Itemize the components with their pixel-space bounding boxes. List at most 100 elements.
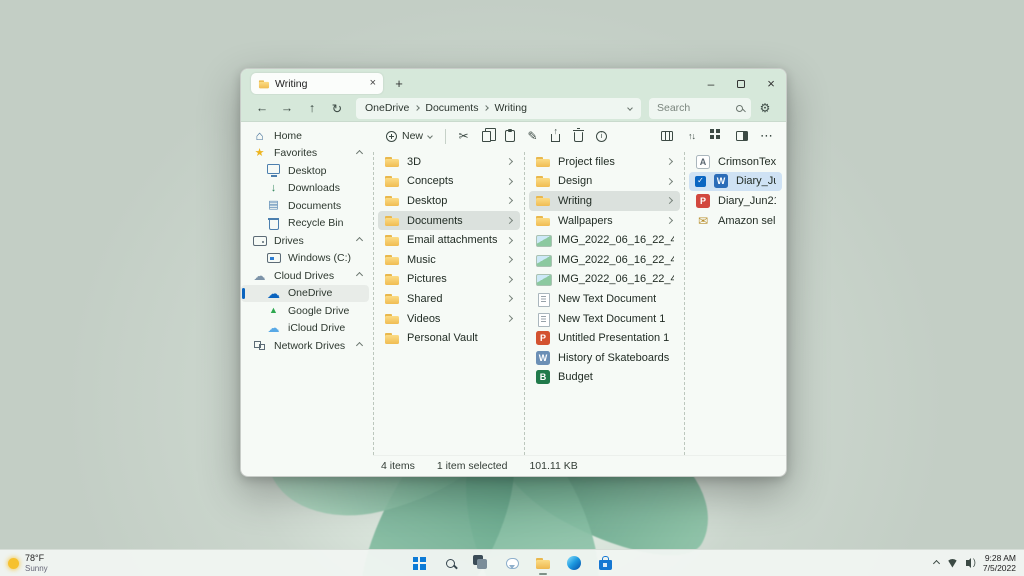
- sort-button[interactable]: [680, 125, 703, 148]
- address-dropdown-icon[interactable]: [627, 105, 633, 111]
- volume-icon[interactable]: [966, 560, 970, 566]
- new-tab-button[interactable]: [389, 74, 409, 94]
- file-row-untitled-presentation[interactable]: PUntitled Presentation 1: [529, 328, 680, 348]
- up-button[interactable]: [301, 98, 323, 119]
- breadcrumb-onedrive[interactable]: OneDrive: [365, 102, 409, 114]
- sidebar-item-windows-c[interactable]: Windows (C:): [241, 250, 373, 268]
- settings-gear-button[interactable]: [754, 98, 776, 119]
- chevron-right-icon[interactable]: [506, 315, 513, 322]
- tab-writing[interactable]: Writing: [251, 73, 383, 94]
- sidebar-section-network-drives[interactable]: Network Drives: [241, 337, 373, 355]
- folder-row-3d[interactable]: 3D: [378, 152, 520, 172]
- sidebar-item-recycle-bin[interactable]: Recycle Bin: [241, 215, 373, 233]
- folder-row-videos[interactable]: Videos: [378, 309, 520, 329]
- file-row-img[interactable]: IMG_2022_06_16_22_43: [529, 250, 680, 270]
- selected-checkbox[interactable]: [695, 176, 706, 187]
- sidebar-section-drives[interactable]: Drives: [241, 232, 373, 250]
- sidebar-item-home[interactable]: Home: [241, 127, 373, 145]
- chevron-right-icon[interactable]: [506, 197, 513, 204]
- file-row-diary-jun21[interactable]: WDiary_Jun21: [689, 172, 782, 192]
- new-button[interactable]: New: [379, 125, 439, 147]
- chevron-up-icon[interactable]: [356, 150, 363, 157]
- sidebar-item-onedrive[interactable]: OneDrive: [241, 285, 369, 303]
- file-row-new-text-document[interactable]: New Text Document: [529, 289, 680, 309]
- file-explorer-button[interactable]: [532, 551, 554, 575]
- chevron-right-icon[interactable]: [666, 217, 673, 224]
- taskbar-clock[interactable]: 9:28 AM 7/5/2022: [983, 553, 1016, 573]
- file-row-history-of-skateboards[interactable]: WHistory of Skateboards: [529, 348, 680, 368]
- file-row-new-text-document-1[interactable]: New Text Document 1: [529, 309, 680, 329]
- folder-row-wallpapers[interactable]: Wallpapers: [529, 211, 680, 231]
- close-button[interactable]: [756, 72, 786, 95]
- back-button[interactable]: [251, 98, 273, 119]
- chevron-right-icon[interactable]: [506, 217, 513, 224]
- folder-row-project-files[interactable]: Project files: [529, 152, 680, 172]
- chevron-right-icon[interactable]: [506, 276, 513, 283]
- file-row-img[interactable]: IMG_2022_06_16_22_43: [529, 230, 680, 250]
- weather-widget[interactable]: 78°F Sunny: [8, 553, 48, 573]
- folder-row-writing[interactable]: Writing: [529, 191, 680, 211]
- folder-label: 3D: [407, 156, 421, 168]
- chevron-up-icon[interactable]: [356, 237, 363, 244]
- cut-button[interactable]: [452, 125, 475, 148]
- forward-button[interactable]: [276, 98, 298, 119]
- store-button[interactable]: [594, 551, 616, 575]
- task-view-button[interactable]: [470, 551, 492, 575]
- chevron-right-icon[interactable]: [666, 178, 673, 185]
- folder-row-music[interactable]: Music: [378, 250, 520, 270]
- chevron-right-icon[interactable]: [506, 158, 513, 165]
- edge-button[interactable]: [563, 551, 585, 575]
- delete-button[interactable]: [567, 125, 590, 148]
- folder-row-pictures[interactable]: Pictures: [378, 270, 520, 290]
- chevron-up-icon[interactable]: [356, 342, 363, 349]
- folder-row-email-attachments[interactable]: Email attachments: [378, 230, 520, 250]
- chevron-right-icon[interactable]: [506, 295, 513, 302]
- chevron-right-icon[interactable]: [506, 237, 513, 244]
- chat-button[interactable]: [501, 551, 523, 575]
- chevron-right-icon[interactable]: [506, 256, 513, 263]
- start-button[interactable]: [408, 551, 430, 575]
- wifi-icon[interactable]: [947, 559, 958, 568]
- folder-row-documents[interactable]: Documents: [378, 211, 520, 231]
- file-row-budget[interactable]: BBudget: [529, 368, 680, 388]
- sidebar-item-downloads[interactable]: Downloads: [241, 180, 373, 198]
- sidebar-item-icloud-drive[interactable]: iCloud Drive: [241, 320, 373, 338]
- details-pane-button[interactable]: [730, 125, 753, 148]
- properties-button[interactable]: [590, 125, 613, 148]
- breadcrumb-documents[interactable]: Documents: [425, 102, 478, 114]
- tray-overflow-button[interactable]: [933, 559, 940, 566]
- chevron-right-icon[interactable]: [666, 158, 673, 165]
- copy-button[interactable]: [475, 125, 498, 148]
- sidebar-section-cloud-drives[interactable]: Cloud Drives: [241, 267, 373, 285]
- sidebar-item-documents[interactable]: Documents: [241, 197, 373, 215]
- taskbar-search-button[interactable]: [439, 551, 461, 575]
- breadcrumb[interactable]: OneDrive Documents Writing: [356, 98, 641, 119]
- sidebar-item-desktop[interactable]: Desktop: [241, 162, 373, 180]
- search-input[interactable]: Search: [649, 98, 751, 119]
- layout-button[interactable]: [655, 125, 678, 148]
- chevron-right-icon[interactable]: [506, 178, 513, 185]
- file-row-diary-jun21-exported[interactable]: PDiary_Jun21 Exported: [689, 191, 782, 211]
- tab-close-icon[interactable]: [370, 78, 376, 89]
- file-row-img[interactable]: IMG_2022_06_16_22_43: [529, 270, 680, 290]
- folder-row-shared[interactable]: Shared: [378, 289, 520, 309]
- share-button[interactable]: [544, 125, 567, 148]
- folder-row-personal-vault[interactable]: Personal Vault: [378, 328, 520, 348]
- folder-row-desktop[interactable]: Desktop: [378, 191, 520, 211]
- sidebar-item-google-drive[interactable]: Google Drive: [241, 302, 373, 320]
- rename-button[interactable]: [521, 125, 544, 148]
- sidebar-section-favorites[interactable]: Favorites: [241, 145, 373, 163]
- breadcrumb-writing[interactable]: Writing: [494, 102, 526, 114]
- minimize-button[interactable]: [696, 72, 726, 95]
- maximize-button[interactable]: [726, 72, 756, 95]
- paste-button[interactable]: [498, 125, 521, 148]
- file-row-crimsontext-regular[interactable]: ACrimsonText-Regular: [689, 152, 782, 172]
- file-row-amazon-sellers-newsletter[interactable]: Amazon sellers newsl: [689, 211, 782, 231]
- refresh-button[interactable]: [326, 98, 348, 119]
- chevron-right-icon[interactable]: [666, 197, 673, 204]
- folder-row-design[interactable]: Design: [529, 172, 680, 192]
- more-options-button[interactable]: [755, 125, 778, 148]
- folder-row-concepts[interactable]: Concepts: [378, 172, 520, 192]
- view-options-button[interactable]: [705, 125, 728, 148]
- chevron-up-icon[interactable]: [356, 272, 363, 279]
